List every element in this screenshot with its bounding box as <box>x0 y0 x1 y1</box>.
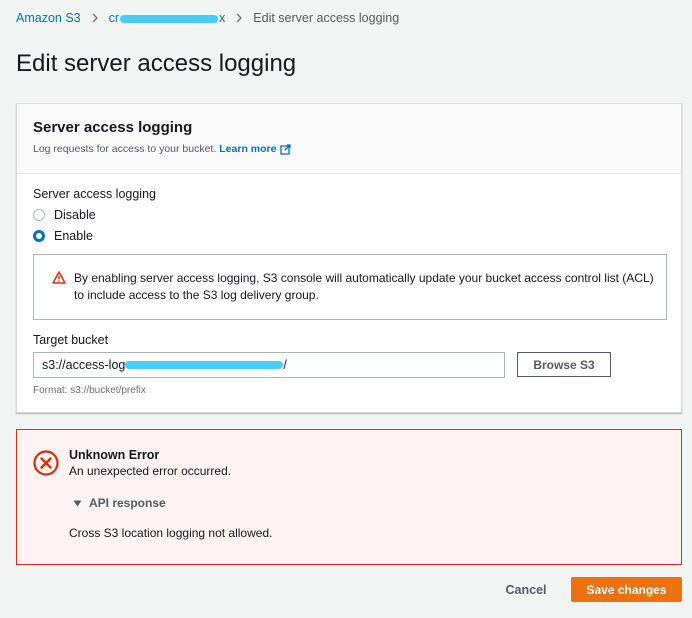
api-response-toggle[interactable]: API response <box>73 496 166 510</box>
panel-title: Server access logging <box>33 119 193 136</box>
error-x-icon <box>33 450 59 481</box>
server-access-logging-panel: Server access logging Log requests for a… <box>16 103 682 413</box>
target-bucket-label: Target bucket <box>33 333 109 347</box>
logging-field: Server access logging Disable Enable <box>33 187 156 243</box>
error-title: Unknown Error <box>69 448 160 462</box>
warning-icon <box>52 271 66 319</box>
chevron-right-icon <box>91 13 99 23</box>
breadcrumb-bucket-prefix: cr <box>108 11 120 25</box>
radio-disable[interactable]: Disable <box>33 208 156 222</box>
breadcrumb-amazon-s3-link[interactable]: Amazon S3 <box>16 11 81 25</box>
page-title: Edit server access logging <box>16 50 297 77</box>
learn-more-link[interactable]: Learn more <box>219 143 276 155</box>
breadcrumb-current: Edit server access logging <box>253 11 400 25</box>
target-bucket-value-prefix: s3://access-log <box>42 358 126 372</box>
breadcrumb-bucket-suffix: x <box>219 11 226 25</box>
external-link-icon[interactable] <box>280 143 292 155</box>
browse-s3-button[interactable]: Browse S3 <box>517 352 611 377</box>
radio-disable-circle[interactable] <box>33 209 45 221</box>
breadcrumb: Amazon S3 cr x Edit server access logging <box>16 11 399 25</box>
chevron-right-icon <box>235 13 243 23</box>
panel-description-text: Log requests for access to your bucket. <box>33 143 217 155</box>
caret-down-icon <box>73 500 82 507</box>
error-message: An unexpected error occurred. <box>69 464 232 478</box>
panel-header: Server access logging Log requests for a… <box>17 104 681 174</box>
target-bucket-hint: Format: s3://bucket/prefix <box>33 385 146 396</box>
radio-enable-circle[interactable] <box>33 230 45 242</box>
cancel-button[interactable]: Cancel <box>498 578 554 602</box>
save-changes-button[interactable]: Save changes <box>571 577 682 602</box>
api-response-message: Cross S3 location logging not allowed. <box>69 526 273 540</box>
radio-disable-label: Disable <box>54 208 96 222</box>
redaction-mark <box>125 361 284 369</box>
radio-enable[interactable]: Enable <box>33 229 156 243</box>
api-response-label: API response <box>89 496 166 510</box>
target-bucket-input[interactable]: s3://access-log / <box>33 352 505 378</box>
radio-enable-label: Enable <box>54 229 93 243</box>
acl-warning-alert: By enabling server access logging, S3 co… <box>33 254 667 320</box>
redaction-mark <box>120 14 219 23</box>
target-bucket-value-suffix: / <box>283 358 287 372</box>
warning-text: By enabling server access logging, S3 co… <box>74 271 654 302</box>
breadcrumb-bucket-link[interactable]: cr x <box>109 11 226 25</box>
error-alert: Unknown Error An unexpected error occurr… <box>16 429 682 565</box>
panel-description: Log requests for access to your bucket. … <box>33 143 665 155</box>
logging-field-label: Server access logging <box>33 187 156 201</box>
